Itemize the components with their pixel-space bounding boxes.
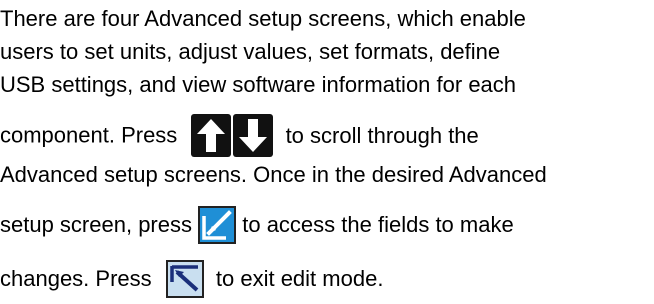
line-4-text-before: component. Press (0, 122, 178, 148)
instruction-paragraph: There are four Advanced setup screens, w… (0, 0, 654, 304)
text-line-7: changes. Press to exit edit mode. (0, 260, 383, 298)
text-line-5: Advanced setup screens. Once in the desi… (0, 161, 547, 188)
line-7-text-after: to exit edit mode. (215, 266, 384, 291)
text-line-2: users to set units, adjust values, set f… (0, 38, 500, 65)
line-6-text-after: to access the fields to make (242, 212, 514, 237)
text-line-4: component. Press to scroll through the (0, 114, 479, 157)
line-5-text: Advanced setup screens. Once in the desi… (0, 162, 547, 188)
line-1-text: There are four Advanced setup screens, w… (0, 6, 526, 32)
text-line-1: There are four Advanced setup screens, w… (0, 5, 526, 32)
text-line-6: setup screen, press to access the fields… (0, 206, 514, 244)
line-4-text-after: to scroll through the (285, 122, 479, 148)
up-arrow-icon (191, 114, 232, 157)
line-2-text: users to set units, adjust values, set f… (0, 39, 501, 65)
line-7-text-before: changes. Press (0, 266, 152, 291)
line-3-text: USB settings, and view software informat… (0, 72, 517, 98)
line-6-text-before: setup screen, press (0, 212, 192, 237)
text-line-3: USB settings, and view software informat… (0, 71, 516, 98)
down-arrow-icon (233, 114, 274, 157)
exit-edit-icon (165, 260, 204, 298)
edit-icon (198, 206, 237, 244)
